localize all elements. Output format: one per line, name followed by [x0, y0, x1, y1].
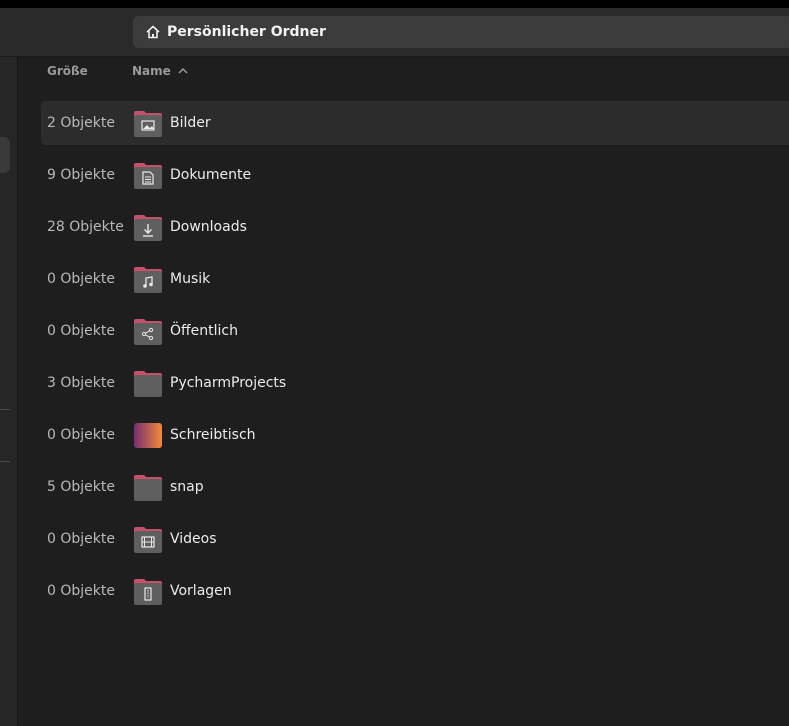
top-panel-strip	[0, 0, 789, 8]
folder-row-downloads[interactable]: 28 Objekte Downloads	[41, 205, 789, 249]
path-bar[interactable]: Persönlicher Ordner	[133, 16, 789, 48]
folder-templates-icon	[132, 575, 164, 607]
folder-item-count: 0 Objekte	[47, 271, 115, 287]
sidebar	[0, 57, 18, 726]
folder-row-videos[interactable]: 0 Objekte Videos	[41, 517, 789, 561]
folder-name: Downloads	[170, 219, 247, 235]
folder-item-count: 28 Objekte	[47, 219, 124, 235]
folder-icon	[132, 471, 164, 503]
column-header-size[interactable]: Größe	[47, 57, 88, 85]
folder-row-öffentlich[interactable]: 0 Objekte Öffentlich	[41, 309, 789, 353]
folder-row-bilder[interactable]: 2 Objekte Bilder	[41, 101, 789, 145]
column-header-name-label: Name	[132, 64, 171, 78]
folder-name: Videos	[170, 531, 217, 547]
folder-documents-icon	[132, 159, 164, 191]
desktop-folder-icon	[132, 419, 164, 451]
sidebar-selected-item[interactable]	[0, 137, 10, 173]
sidebar-separator	[0, 461, 10, 462]
folder-item-count: 0 Objekte	[47, 583, 115, 599]
folder-item-count: 0 Objekte	[47, 323, 115, 339]
folder-row-snap[interactable]: 5 Objekte snap	[41, 465, 789, 509]
sidebar-separator	[0, 409, 10, 410]
file-list-view: Größe Name 2 Objekte Bilder 9 Objekte Dokum…	[18, 57, 789, 726]
folder-videos-icon	[132, 523, 164, 555]
sort-ascending-icon	[178, 67, 188, 74]
folder-public-share-icon	[132, 315, 164, 347]
folder-item-count: 5 Objekte	[47, 479, 115, 495]
folder-item-count: 3 Objekte	[47, 375, 115, 391]
column-header-size-label: Größe	[47, 64, 88, 78]
path-label: Persönlicher Ordner	[167, 24, 326, 40]
folder-item-count: 9 Objekte	[47, 167, 115, 183]
home-icon	[145, 24, 161, 40]
folder-row-musik[interactable]: 0 Objekte Musik	[41, 257, 789, 301]
folder-icon	[132, 367, 164, 399]
folder-download-icon	[132, 211, 164, 243]
folder-name: Schreibtisch	[170, 427, 256, 443]
folder-item-count: 2 Objekte	[47, 115, 115, 131]
folder-pictures-icon	[132, 107, 164, 139]
folder-music-icon	[132, 263, 164, 295]
folder-row-dokumente[interactable]: 9 Objekte Dokumente	[41, 153, 789, 197]
folder-name: Öffentlich	[170, 323, 238, 339]
folder-item-count: 0 Objekte	[47, 427, 115, 443]
folder-row-schreibtisch[interactable]: 0 Objekte Schreibtisch	[41, 413, 789, 457]
folder-name: Musik	[170, 271, 211, 287]
header-bar: Persönlicher Ordner	[0, 8, 789, 57]
folder-name: Dokumente	[170, 167, 252, 183]
folder-row-vorlagen[interactable]: 0 Objekte Vorlagen	[41, 569, 789, 613]
folder-name: Vorlagen	[170, 583, 232, 599]
folder-item-count: 0 Objekte	[47, 531, 115, 547]
column-header-name[interactable]: Name	[132, 57, 189, 85]
folder-name: snap	[170, 479, 204, 495]
folder-row-pycharmprojects[interactable]: 3 Objekte PycharmProjects	[41, 361, 789, 405]
folder-list: 2 Objekte Bilder 9 Objekte Dokumente 28 Obje…	[41, 101, 789, 621]
folder-name: Bilder	[170, 115, 211, 131]
folder-name: PycharmProjects	[170, 375, 287, 391]
